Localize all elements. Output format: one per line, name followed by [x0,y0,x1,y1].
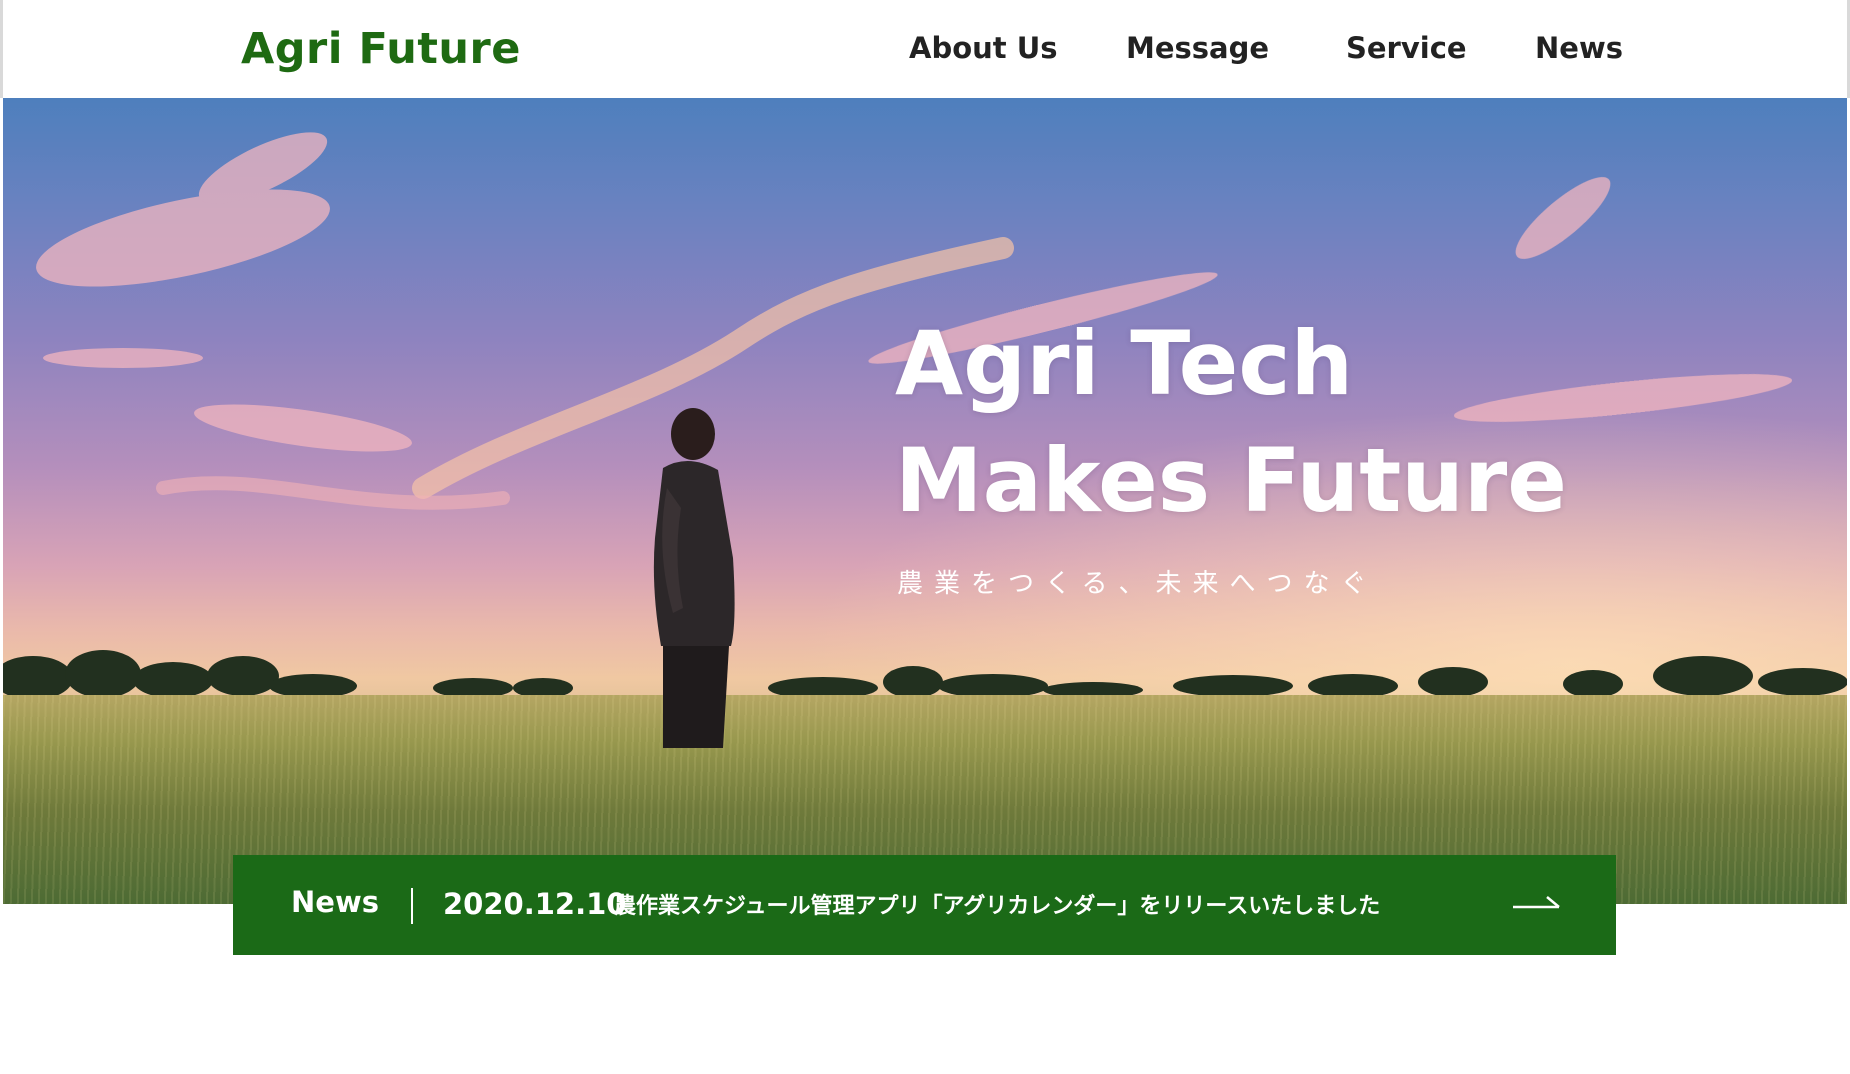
hero-section: Agri Tech Makes Future 農業をつくる、未来へつなぐ [3,98,1847,904]
page: Agri Future About Us Message Service New… [0,0,1850,1074]
news-divider [411,888,413,924]
tree [207,656,279,696]
cloud [1515,177,1611,259]
nav-service[interactable]: Service [1346,31,1467,65]
tree [3,656,73,700]
news-headline[interactable]: 農作業スケジュール管理アプリ「アグリカレンダー」をリリースいたしました [614,888,1380,920]
nav-message[interactable]: Message [1126,31,1269,65]
tree [1418,667,1488,697]
person-head [671,408,715,460]
tree [1173,675,1293,697]
tree [133,662,213,698]
hero-title: Agri Tech Makes Future [895,305,1795,539]
tree [1758,668,1847,696]
main-nav: About Us Message Service News [3,31,1847,71]
hero-subtitle: 農業をつくる、未来へつなぐ [897,569,1378,599]
cloud [194,404,412,452]
tree [883,666,943,698]
nav-news[interactable]: News [1535,31,1623,65]
site-header: Agri Future About Us Message Service New… [0,0,1850,98]
cloud [43,348,203,368]
news-date: 2020.12.10 [443,887,627,921]
news-bar[interactable]: News 2020.12.10 農作業スケジュール管理アプリ「アグリカレンダー」… [233,855,1616,955]
tree [1653,656,1753,696]
arrow-right-icon[interactable] [1513,893,1561,913]
tree-line [3,650,1847,700]
hero-title-line-2: Makes Future [895,429,1567,532]
hero-title-line-1: Agri Tech [895,312,1354,415]
news-label: News [291,885,379,919]
tree [1563,670,1623,698]
cloud-streak [156,476,510,510]
tree [65,650,141,698]
person-silhouette [653,408,735,748]
nav-about-us[interactable]: About Us [909,31,1058,65]
cloud [36,189,330,287]
person-legs [663,646,729,748]
